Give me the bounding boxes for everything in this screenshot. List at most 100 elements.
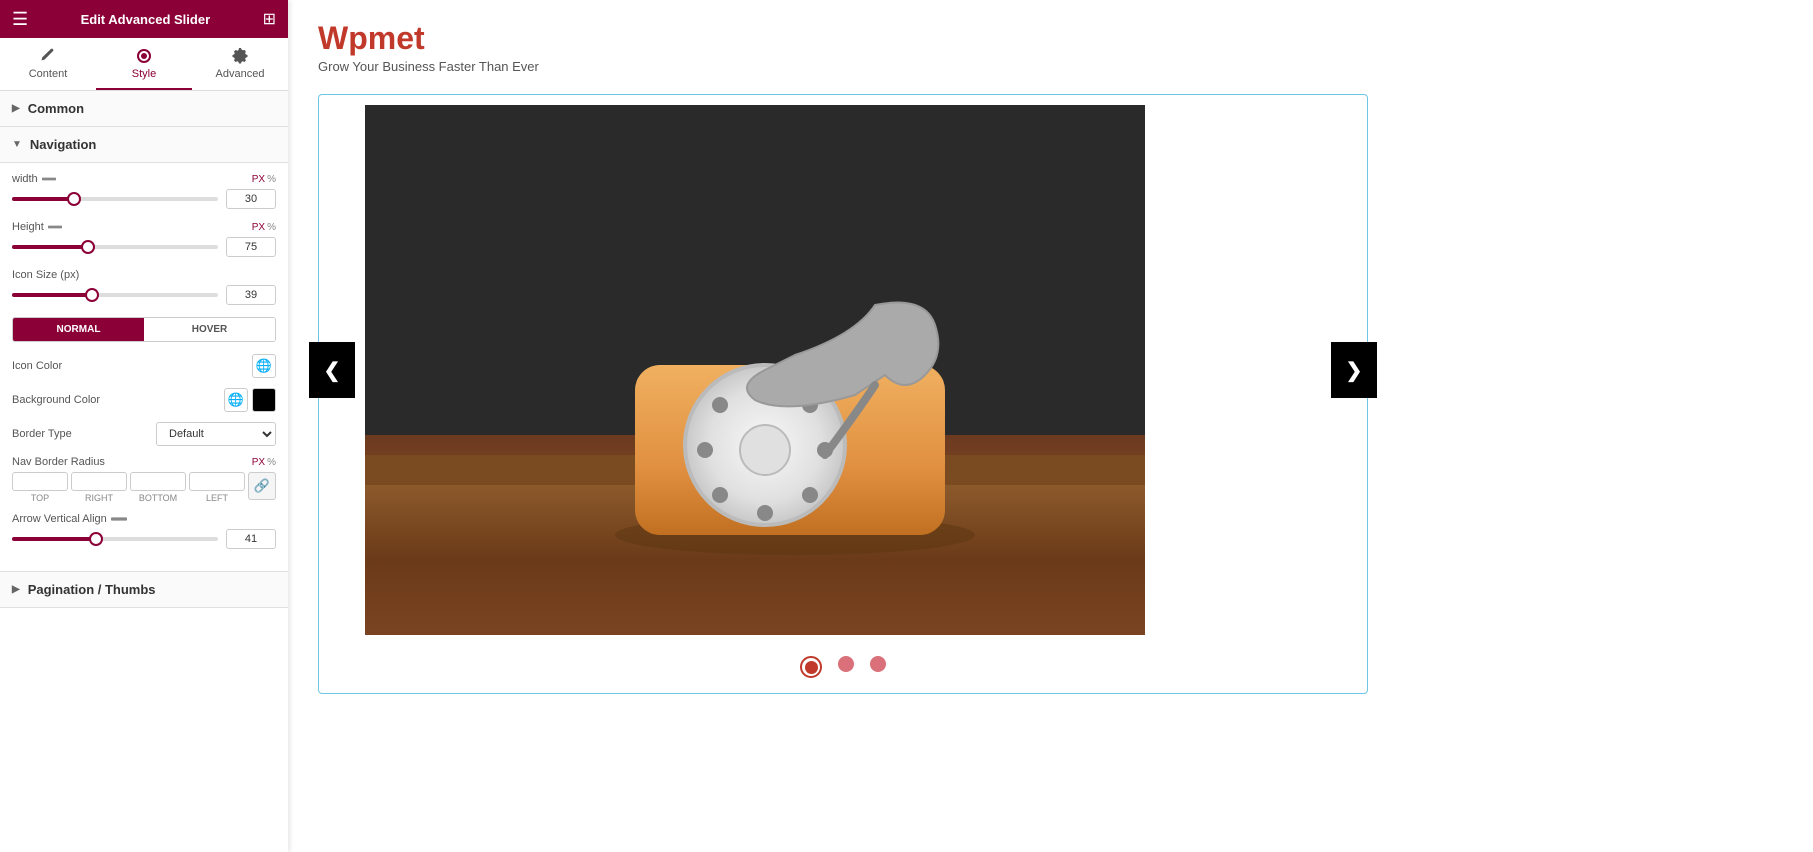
arrow-align-input[interactable] [226, 529, 276, 549]
height-label: Height [12, 221, 62, 233]
gear-icon [232, 48, 248, 64]
width-slider-track[interactable] [12, 197, 218, 201]
width-units: PX % [252, 174, 276, 185]
br-top-label: TOP [31, 493, 49, 503]
slider-container: ❮ [329, 105, 1357, 635]
icon-size-slider-track[interactable] [12, 293, 218, 297]
phone-svg [365, 105, 1145, 635]
grid-icon[interactable]: ⊞ [263, 9, 276, 29]
arrow-align-slider-thumb[interactable] [89, 532, 103, 546]
site-title: Wpmet [318, 20, 1783, 57]
bg-color-swatch[interactable] [252, 388, 276, 412]
br-bottom-label: BOTTOM [139, 493, 177, 503]
border-radius-inputs: TOP RIGHT BOTTOM LEFT 🔗 [12, 472, 276, 503]
br-right-input[interactable] [71, 472, 127, 491]
tab-advanced[interactable]: Advanced [192, 38, 288, 90]
height-units: PX % [252, 222, 276, 233]
width-slider-row [12, 189, 276, 209]
border-type-select[interactable]: Default None Solid Dashed Dotted Double [156, 422, 276, 446]
br-bottom-wrap: BOTTOM [130, 472, 186, 503]
width-field-row: width PX % [12, 173, 276, 185]
bg-color-global[interactable]: 🌐 [224, 388, 248, 412]
slider-widget: ❮ [318, 94, 1368, 694]
nav-arrow-icon: ▼ [12, 139, 22, 150]
navigation-fields: width PX % Height [0, 163, 288, 571]
br-unit-px[interactable]: PX [252, 457, 265, 468]
height-unit-pct[interactable]: % [267, 222, 276, 233]
width-label: width [12, 173, 56, 185]
icon-size-slider-row [12, 285, 276, 305]
dot-3[interactable] [870, 656, 886, 672]
icon-size-label: Icon Size (px) [12, 269, 79, 281]
width-slider-fill [12, 197, 74, 201]
width-input[interactable] [226, 189, 276, 209]
sidebar-content: ▶ Common ▼ Navigation width PX % [0, 91, 288, 852]
common-arrow: ▶ [12, 103, 20, 114]
br-link-button[interactable]: 🔗 [248, 472, 276, 500]
icon-color-label: Icon Color [12, 360, 62, 372]
dot-1[interactable] [800, 656, 822, 678]
section-common[interactable]: ▶ Common [0, 91, 288, 127]
border-radius-header: Nav Border Radius PX % [12, 456, 276, 468]
br-bottom-input[interactable] [130, 472, 186, 491]
pagination-arrow: ▶ [12, 584, 20, 595]
sidebar-title: Edit Advanced Slider [28, 12, 262, 27]
width-unit-pct[interactable]: % [267, 174, 276, 185]
icon-size-slider-thumb[interactable] [85, 288, 99, 302]
height-unit-px[interactable]: PX [252, 222, 265, 233]
width-slider-thumb[interactable] [67, 192, 81, 206]
icon-color-field: Icon Color 🌐 [12, 354, 276, 378]
arrow-align-icon [111, 514, 127, 524]
menu-icon[interactable]: ☰ [12, 9, 28, 30]
pencil-icon [40, 48, 56, 64]
border-type-field: Border Type Default None Solid Dashed Do… [12, 422, 276, 446]
br-right-label: RIGHT [85, 493, 113, 503]
state-tabs: NORMAL HOVER [12, 317, 276, 342]
section-navigation[interactable]: ▼ Navigation [0, 127, 288, 163]
background-color-label: Background Color [12, 394, 100, 406]
height-slider-track[interactable] [12, 245, 218, 249]
sidebar-header: ☰ Edit Advanced Slider ⊞ [0, 0, 288, 38]
background-color-field: Background Color 🌐 [12, 388, 276, 412]
border-type-label: Border Type [12, 428, 72, 440]
border-radius-units: PX % [252, 457, 276, 468]
border-radius-label: Nav Border Radius [12, 456, 105, 468]
icon-color-global[interactable]: 🌐 [252, 354, 276, 378]
icon-size-field-row: Icon Size (px) [12, 269, 276, 281]
pagination-section: ▶ Pagination / Thumbs [0, 571, 288, 608]
br-top-input[interactable] [12, 472, 68, 491]
prev-arrow-button[interactable]: ❮ [309, 342, 355, 398]
sidebar-tabs: Content Style Advanced [0, 38, 288, 91]
arrow-align-header: Arrow Vertical Align [12, 513, 276, 525]
main-content: Wpmet Grow Your Business Faster Than Eve… [288, 0, 1813, 852]
nav-border-radius-field: Nav Border Radius PX % TOP RIGHT [12, 456, 276, 503]
state-tab-normal[interactable]: NORMAL [13, 318, 144, 341]
tab-content[interactable]: Content [0, 38, 96, 90]
br-unit-pct[interactable]: % [267, 457, 276, 468]
state-tab-hover[interactable]: HOVER [144, 318, 275, 341]
width-unit-px[interactable]: PX [252, 174, 265, 185]
slider-image-area [365, 105, 1321, 635]
tab-style-label: Style [132, 68, 156, 80]
height-field-row: Height PX % [12, 221, 276, 233]
tab-content-label: Content [29, 68, 68, 80]
br-right-wrap: RIGHT [71, 472, 127, 503]
arrow-align-slider-track[interactable] [12, 537, 218, 541]
sidebar: ☰ Edit Advanced Slider ⊞ Content Style A… [0, 0, 288, 852]
height-icon [48, 222, 62, 232]
background-color-controls: 🌐 [224, 388, 276, 412]
icon-size-input[interactable] [226, 285, 276, 305]
height-slider-fill [12, 245, 88, 249]
slider-dots [329, 651, 1357, 683]
tab-style[interactable]: Style [96, 38, 192, 90]
section-pagination[interactable]: ▶ Pagination / Thumbs [0, 572, 288, 608]
nav-label: Navigation [30, 137, 96, 152]
style-icon [136, 48, 152, 64]
arrow-vertical-align-field: Arrow Vertical Align [12, 513, 276, 549]
br-top-wrap: TOP [12, 472, 68, 503]
height-input[interactable] [226, 237, 276, 257]
br-left-input[interactable] [189, 472, 245, 491]
dot-2[interactable] [838, 656, 854, 672]
height-slider-thumb[interactable] [81, 240, 95, 254]
next-arrow-button[interactable]: ❯ [1331, 342, 1377, 398]
